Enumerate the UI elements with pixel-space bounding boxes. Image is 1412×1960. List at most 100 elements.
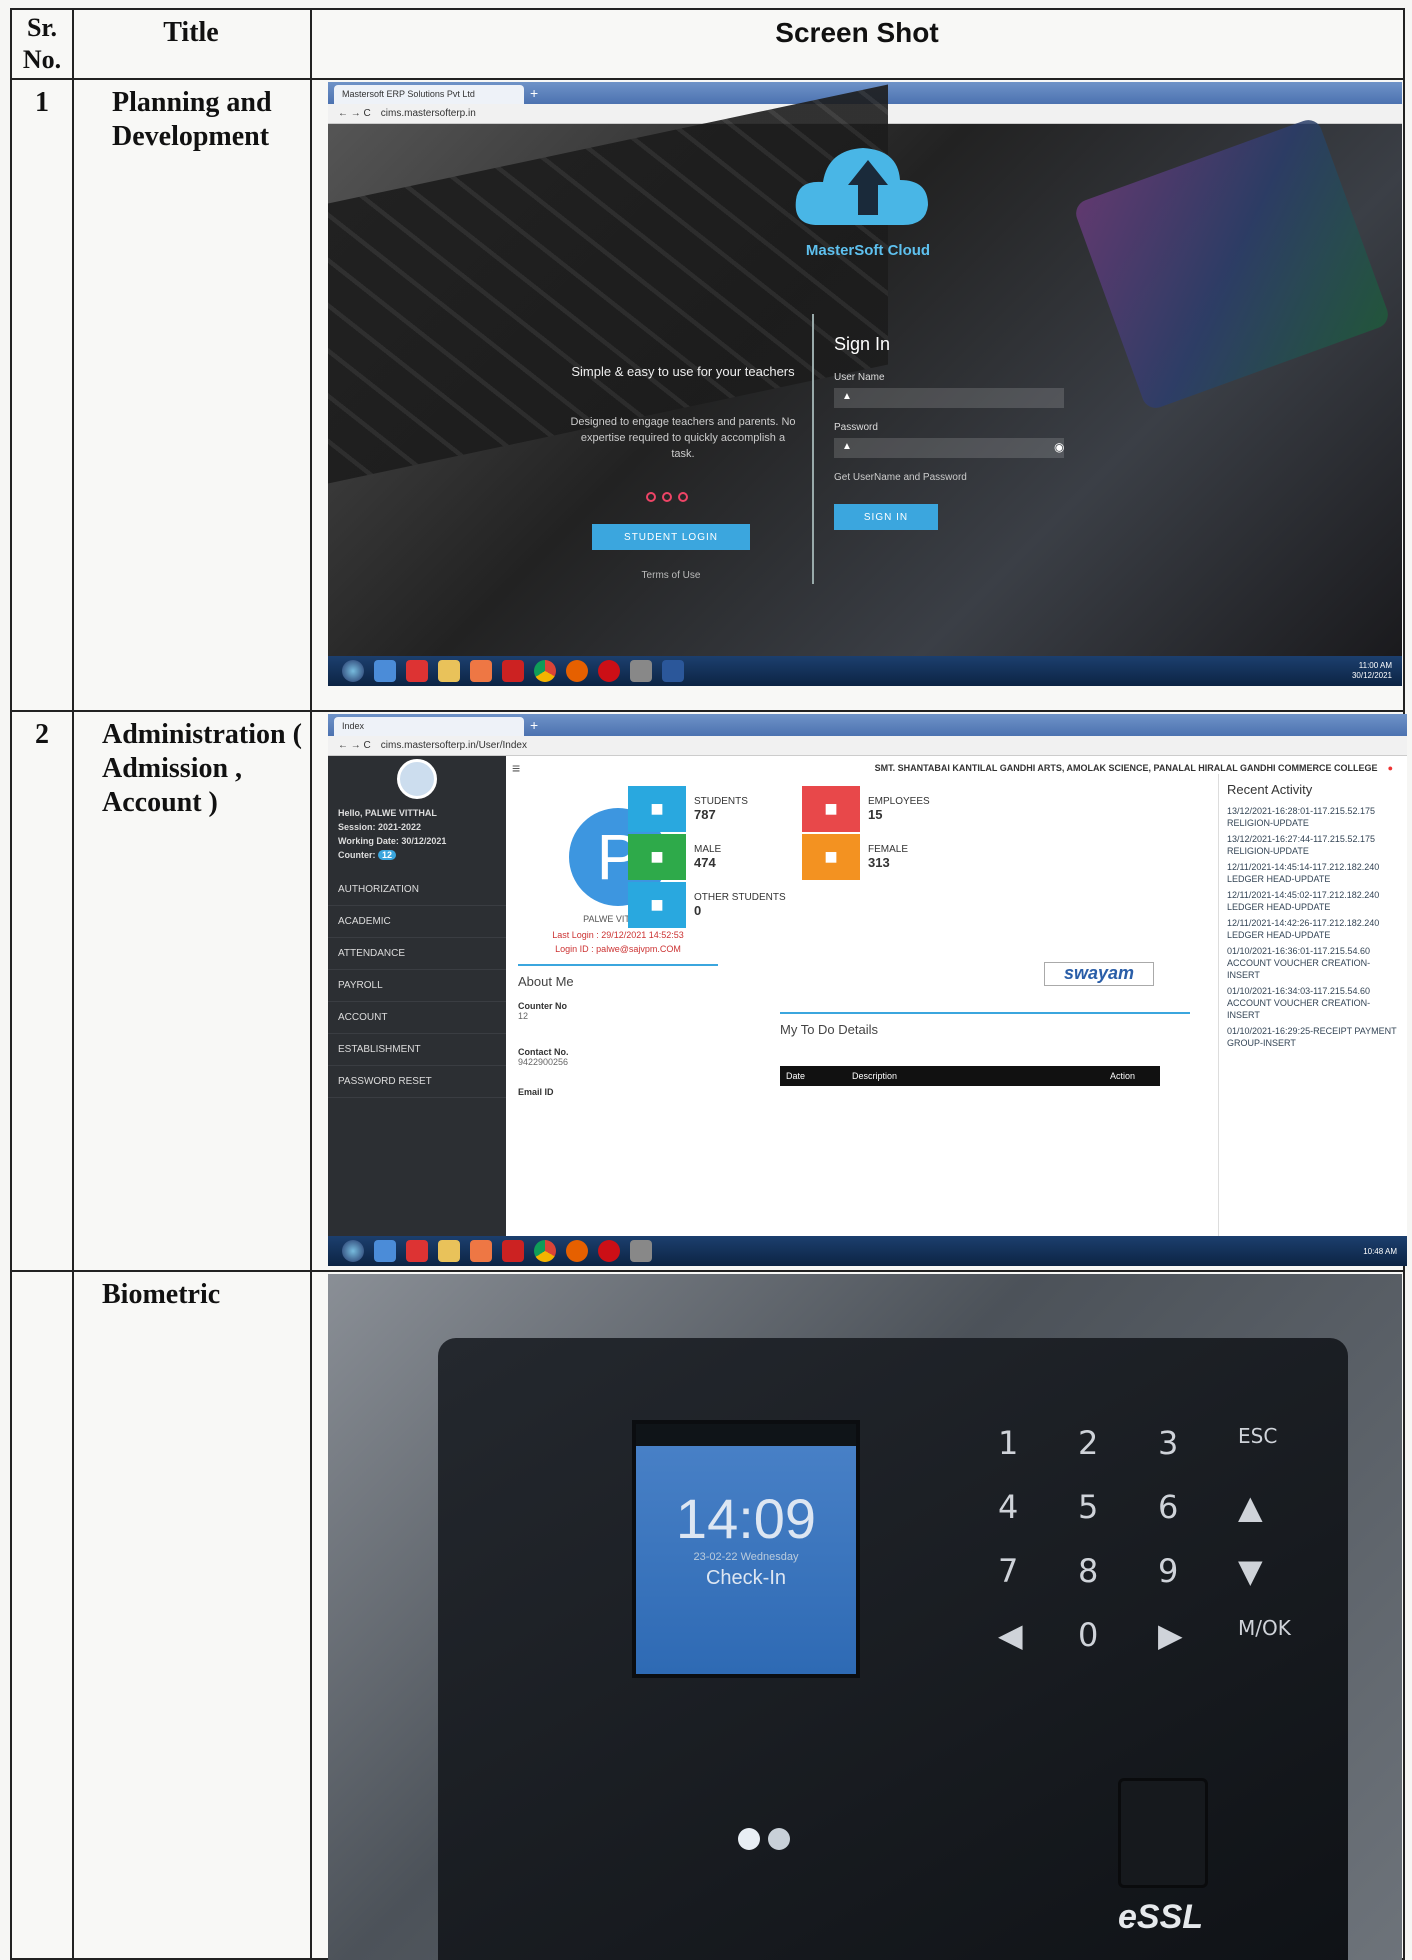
- stat-card-employees[interactable]: ■ EMPLOYEES 15: [802, 786, 930, 832]
- swayam-logo[interactable]: swayam: [1044, 962, 1154, 986]
- pdf-icon[interactable]: [502, 660, 524, 682]
- sidebar-item-account[interactable]: ACCOUNT: [328, 1002, 506, 1034]
- row-2-title: Administration ( Admission , Account ): [102, 719, 302, 818]
- terms-link[interactable]: Terms of Use: [592, 570, 750, 581]
- ie-icon[interactable]: [374, 1240, 396, 1262]
- keypad-key[interactable]: 8: [1078, 1552, 1098, 1590]
- keypad-key[interactable]: ▲: [1238, 1488, 1263, 1526]
- header-sr-no: Sr. No.: [22, 13, 62, 74]
- sidebar-item-establishment[interactable]: ESTABLISHMENT: [328, 1034, 506, 1066]
- stat-card-students[interactable]: ■ STUDENTS 787: [628, 786, 748, 832]
- start-button-icon[interactable]: [342, 660, 364, 682]
- counter-no-value: 12: [518, 1011, 529, 1021]
- address-bar[interactable]: ← → C cims.mastersofterp.in/User/Index: [328, 736, 1407, 756]
- keypad-key[interactable]: ▼: [1238, 1552, 1263, 1590]
- device-time: 14:09: [675, 1487, 817, 1550]
- keypad-key[interactable]: 7: [998, 1552, 1018, 1590]
- stat-icon: ■: [628, 882, 686, 928]
- opera-icon[interactable]: [598, 1240, 620, 1262]
- user-app-icon[interactable]: [630, 660, 652, 682]
- recent-activity-item: 12/11/2021-14:42:26-117.212.182.240 LEDG…: [1227, 918, 1380, 940]
- recent-activity-panel: Recent Activity 13/12/2021-16:28:01-117.…: [1218, 774, 1407, 1236]
- chrome-icon[interactable]: [534, 660, 556, 682]
- browser-tab[interactable]: Index: [334, 717, 524, 736]
- keypad-key[interactable]: ◀: [998, 1616, 1023, 1654]
- folder-icon[interactable]: [438, 1240, 460, 1262]
- stat-card-female[interactable]: ■ FEMALE 313: [802, 834, 908, 880]
- pdf-icon[interactable]: [502, 1240, 524, 1262]
- url-text: cims.mastersofterp.in/User/Index: [380, 740, 527, 751]
- sidebar-item-attendance[interactable]: ATTENDANCE: [328, 938, 506, 970]
- device-light: [768, 1828, 790, 1850]
- notification-bell-icon[interactable]: ●: [1388, 763, 1393, 773]
- keypad-key[interactable]: 0: [1078, 1616, 1098, 1654]
- contact-label: Contact No.: [518, 1047, 569, 1057]
- keypad-key[interactable]: M/OK: [1238, 1616, 1291, 1640]
- new-tab-icon[interactable]: +: [530, 717, 548, 733]
- recent-activity-item: 01/10/2021-16:29:25-RECEIPT PAYMENT GROU…: [1227, 1026, 1397, 1048]
- media-icon[interactable]: [406, 660, 428, 682]
- sidebar-item-authorization[interactable]: AUTHORIZATION: [328, 874, 506, 906]
- recent-activity-item: 13/12/2021-16:27:44-117.215.52.175 RELIG…: [1227, 834, 1375, 856]
- stat-card-other-students[interactable]: ■ OTHER STUDENTS 0: [628, 882, 786, 928]
- user-app-icon[interactable]: [630, 1240, 652, 1262]
- sidebar-item-password-reset[interactable]: PASSWORD RESET: [328, 1066, 506, 1098]
- browser-tab[interactable]: Mastersoft ERP Solutions Pvt Ltd: [334, 85, 524, 104]
- sidebar-menu: AUTHORIZATION ACADEMIC ATTENDANCE PAYROLL AC…: [328, 874, 506, 1098]
- firefox-icon[interactable]: [566, 660, 588, 682]
- keypad-key[interactable]: 3: [1158, 1424, 1178, 1462]
- keypad-key[interactable]: 9: [1158, 1552, 1178, 1590]
- hamburger-menu-icon[interactable]: ≡: [512, 760, 520, 776]
- user-icon: ▲: [842, 391, 852, 402]
- student-login-button[interactable]: STUDENT LOGIN: [592, 524, 750, 550]
- keypad-key[interactable]: ▶: [1158, 1616, 1183, 1654]
- ie-icon[interactable]: [374, 660, 396, 682]
- firefox-icon[interactable]: [566, 1240, 588, 1262]
- keypad-key[interactable]: 1: [998, 1424, 1018, 1462]
- password-input[interactable]: ▲: [834, 438, 1064, 458]
- sign-in-button[interactable]: SIGN IN: [834, 504, 938, 530]
- last-login: Last Login : 29/12/2021 14:52:53: [552, 930, 684, 940]
- keypad-key[interactable]: 4: [998, 1488, 1018, 1526]
- carousel-dots[interactable]: [646, 492, 688, 502]
- keypad-key[interactable]: 5: [1078, 1488, 1098, 1526]
- word-icon[interactable]: [662, 660, 684, 682]
- start-button-icon[interactable]: [342, 1240, 364, 1262]
- fingerprint-sensor-icon[interactable]: [1118, 1778, 1208, 1888]
- opera-icon[interactable]: [598, 660, 620, 682]
- stat-value: 15: [868, 807, 883, 822]
- nav-arrows-icon[interactable]: ← → C: [338, 108, 371, 119]
- device-status: Check-In: [705, 1567, 787, 1589]
- keypad-key[interactable]: 2: [1078, 1424, 1098, 1462]
- recent-activity-title: Recent Activity: [1227, 782, 1313, 797]
- player-icon[interactable]: [470, 1240, 492, 1262]
- chrome-icon[interactable]: [534, 1240, 556, 1262]
- new-tab-icon[interactable]: +: [530, 85, 548, 101]
- show-password-eye-icon[interactable]: ◉: [1054, 440, 1064, 454]
- hello-user: Hello, PALWE VITTHAL: [338, 808, 437, 818]
- player-icon[interactable]: [470, 660, 492, 682]
- login-screenshot: Mastersoft ERP Solutions Pvt Ltd + ← → C…: [328, 82, 1402, 686]
- counter-no-label: Counter No: [518, 1001, 567, 1011]
- username-input[interactable]: ▲: [834, 388, 1064, 408]
- folder-icon[interactable]: [438, 660, 460, 682]
- media-icon[interactable]: [406, 1240, 428, 1262]
- recent-activity-item: 01/10/2021-16:36:01-117.215.54.60 ACCOUN…: [1227, 946, 1371, 980]
- stat-card-male[interactable]: ■ MALE 474: [628, 834, 721, 880]
- keypad-key[interactable]: ESC: [1238, 1424, 1277, 1448]
- nav-arrows-icon[interactable]: ← → C: [338, 740, 371, 751]
- header-title: Title: [163, 17, 219, 48]
- recent-activity-item: 13/12/2021-16:28:01-117.215.52.175 RELIG…: [1227, 806, 1375, 828]
- sidebar-item-academic[interactable]: ACADEMIC: [328, 906, 506, 938]
- forgot-credentials-link[interactable]: Get UserName and Password: [834, 472, 967, 483]
- stat-label: FEMALE: [868, 844, 909, 855]
- column-divider: [310, 10, 312, 1958]
- row-divider: [12, 710, 1403, 712]
- brand-name: MasterSoft Cloud: [805, 242, 931, 259]
- taskbar-clock: 10:48 AM: [1363, 1246, 1397, 1256]
- keypad-key[interactable]: 6: [1158, 1488, 1178, 1526]
- recent-activity-item: 01/10/2021-16:34:03-117.215.54.60 ACCOUN…: [1227, 986, 1371, 1020]
- stat-value: 0: [694, 903, 702, 918]
- todo-table-header: Date Description Action: [780, 1066, 1160, 1086]
- sidebar-item-payroll[interactable]: PAYROLL: [328, 970, 506, 1002]
